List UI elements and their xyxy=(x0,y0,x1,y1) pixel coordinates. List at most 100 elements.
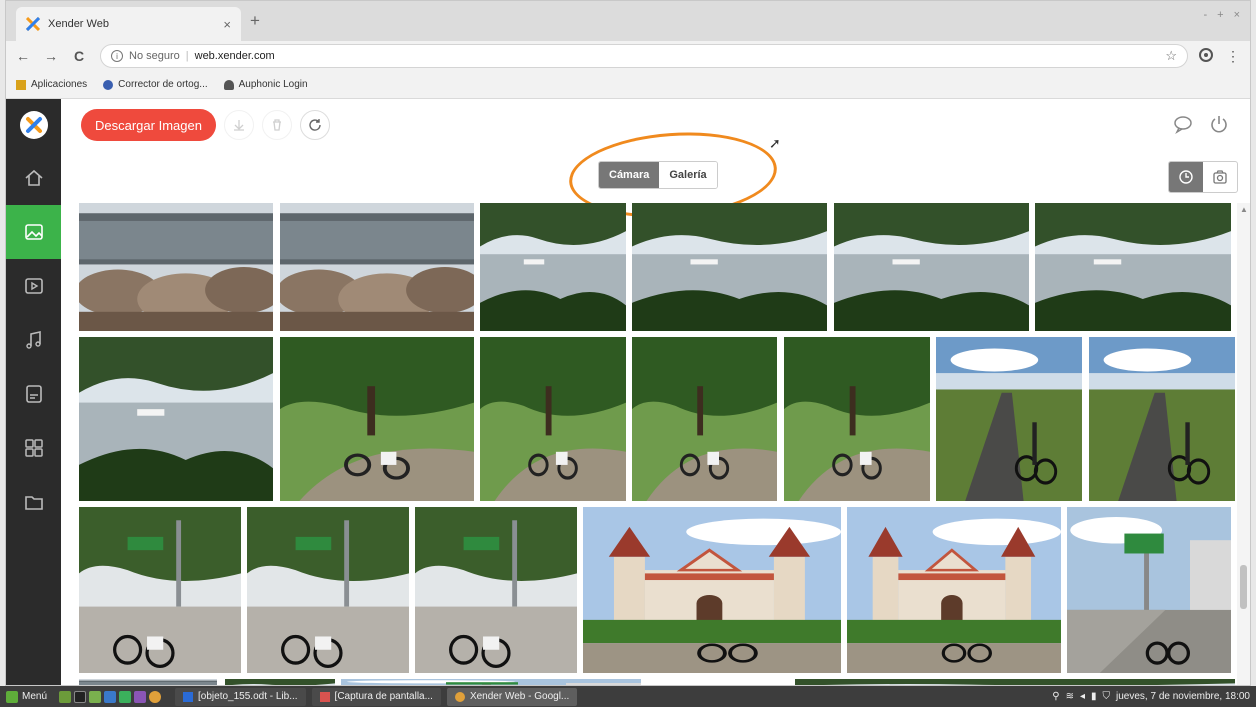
user-icon[interactable]: ⚲ xyxy=(1052,691,1059,702)
tab-strip: Xender Web × + - + × xyxy=(6,1,1250,41)
files-icon[interactable] xyxy=(89,690,102,703)
download-button[interactable] xyxy=(223,110,254,140)
delete-button[interactable] xyxy=(261,110,292,140)
photo-thumbnail[interactable] xyxy=(784,337,930,501)
new-tab-button[interactable]: + xyxy=(250,11,260,31)
bookmark-label: Auphonic Login xyxy=(238,79,308,90)
photo-thumbnail[interactable] xyxy=(280,203,474,331)
power-icon xyxy=(1211,115,1227,132)
maximize-button[interactable]: + xyxy=(1217,9,1223,21)
view-by-time-button[interactable] xyxy=(1169,162,1203,192)
minimize-button[interactable]: - xyxy=(1203,9,1207,21)
photo-thumbnail[interactable] xyxy=(247,507,409,673)
calc-icon[interactable] xyxy=(119,690,132,703)
photo-thumbnail[interactable] xyxy=(795,679,1235,685)
chrome-icon[interactable] xyxy=(149,690,162,703)
photo-thumbnail[interactable] xyxy=(79,203,273,331)
start-menu[interactable]: Menú xyxy=(6,690,47,703)
xender-favicon-icon xyxy=(25,16,41,32)
settings-icon[interactable] xyxy=(134,690,147,703)
sidebar-item-apps[interactable] xyxy=(6,421,61,475)
info-icon[interactable]: i xyxy=(111,50,123,62)
scroll-up-icon[interactable]: ▲ xyxy=(1240,205,1248,214)
battery-icon[interactable]: ▮ xyxy=(1091,691,1097,702)
bookmark-star-icon[interactable]: ☆ xyxy=(1165,48,1177,64)
power-button[interactable] xyxy=(1208,113,1230,138)
photo-thumbnail[interactable] xyxy=(415,507,577,673)
photo-thumbnail[interactable] xyxy=(632,203,827,331)
photo-thumbnail[interactable] xyxy=(480,203,626,331)
photo-thumbnail[interactable] xyxy=(79,337,273,501)
chat-icon xyxy=(1174,115,1192,134)
clock-icon xyxy=(1179,170,1193,184)
apps-grid-icon xyxy=(16,79,26,90)
task-chrome[interactable]: Xender Web - Googl... xyxy=(446,687,578,706)
view-switcher xyxy=(1168,161,1238,193)
address-bar[interactable]: i No seguro | web.xender.com ☆ xyxy=(100,44,1188,68)
download-image-button[interactable]: Descargar Imagen xyxy=(81,109,216,141)
sidebar-item-documents[interactable] xyxy=(6,367,61,421)
back-button[interactable]: ← xyxy=(16,48,30,64)
bookmark-corrector[interactable]: Corrector de ortog... xyxy=(103,79,208,90)
bookmark-auphonic[interactable]: Auphonic Login xyxy=(223,79,308,90)
browser-tab[interactable]: Xender Web × xyxy=(16,7,241,41)
chrome-task-icon xyxy=(454,691,465,702)
extension-icon[interactable] xyxy=(1198,47,1214,66)
reload-button[interactable]: C xyxy=(72,48,86,64)
security-label: No seguro xyxy=(129,50,180,62)
task-screenshot[interactable]: [Captura de pantalla... xyxy=(311,687,441,706)
menu-icon xyxy=(6,690,18,703)
close-window-button[interactable]: × xyxy=(1234,9,1240,21)
photo-thumbnail[interactable] xyxy=(583,507,841,673)
show-desktop-icon[interactable] xyxy=(59,690,72,703)
gallery-header: Cámara Galería xyxy=(61,125,1250,225)
terminal-icon[interactable] xyxy=(74,690,87,703)
browser-menu-icon[interactable]: ⋮ xyxy=(1226,48,1240,65)
url-text[interactable]: web.xender.com xyxy=(195,50,275,62)
tab-close-icon[interactable]: × xyxy=(223,17,231,32)
forward-button[interactable]: → xyxy=(44,48,58,64)
mouse-cursor-icon: ➚ xyxy=(769,135,781,151)
refresh-icon xyxy=(309,119,321,131)
photo-thumbnail[interactable] xyxy=(834,203,1029,331)
writer-icon[interactable] xyxy=(104,690,117,703)
music-icon xyxy=(25,331,41,349)
task-writer[interactable]: [objeto_155.odt - Lib... xyxy=(175,687,306,706)
scrollbar-thumb[interactable] xyxy=(1240,565,1247,609)
photo-thumbnail[interactable] xyxy=(632,337,777,501)
bookmark-label: Corrector de ortog... xyxy=(118,79,208,90)
photo-grid xyxy=(79,203,1235,685)
url-separator: | xyxy=(185,50,189,62)
photo-thumbnail[interactable] xyxy=(280,337,474,501)
photo-thumbnail[interactable] xyxy=(79,507,241,673)
volume-icon[interactable]: ◂ xyxy=(1080,691,1085,702)
view-by-album-button[interactable] xyxy=(1203,162,1237,192)
sidebar-item-music[interactable] xyxy=(6,313,61,367)
bookmark-aplicaciones[interactable]: Aplicaciones xyxy=(16,79,87,90)
sidebar xyxy=(6,99,61,685)
scrollbar[interactable]: ▲ xyxy=(1237,203,1250,685)
wifi-icon[interactable]: ≋ xyxy=(1066,691,1074,702)
xender-logo-icon xyxy=(25,117,42,133)
photo-thumbnail[interactable] xyxy=(480,337,626,501)
sidebar-item-images[interactable] xyxy=(6,205,61,259)
apps-icon xyxy=(24,439,43,457)
xender-logo[interactable] xyxy=(6,99,61,151)
sidebar-item-files[interactable] xyxy=(6,475,61,529)
photo-thumbnail[interactable] xyxy=(79,679,217,685)
sidebar-item-videos[interactable] xyxy=(6,259,61,313)
auphonic-icon xyxy=(223,79,234,90)
bookmark-label: Aplicaciones xyxy=(31,79,88,90)
refresh-button[interactable] xyxy=(299,110,330,140)
photo-thumbnail[interactable] xyxy=(936,337,1082,501)
photo-thumbnail[interactable] xyxy=(341,679,641,685)
photo-thumbnail[interactable] xyxy=(1089,337,1235,501)
photo-thumbnail[interactable] xyxy=(1067,507,1231,673)
photo-thumbnail[interactable] xyxy=(847,507,1061,673)
photo-thumbnail[interactable] xyxy=(1035,203,1231,331)
chat-button[interactable] xyxy=(1172,113,1194,138)
sidebar-item-home[interactable] xyxy=(6,151,61,205)
shield-icon[interactable]: ⛉ xyxy=(1103,691,1111,702)
screenshot-task-icon xyxy=(319,691,330,702)
photo-thumbnail[interactable] xyxy=(225,679,335,685)
